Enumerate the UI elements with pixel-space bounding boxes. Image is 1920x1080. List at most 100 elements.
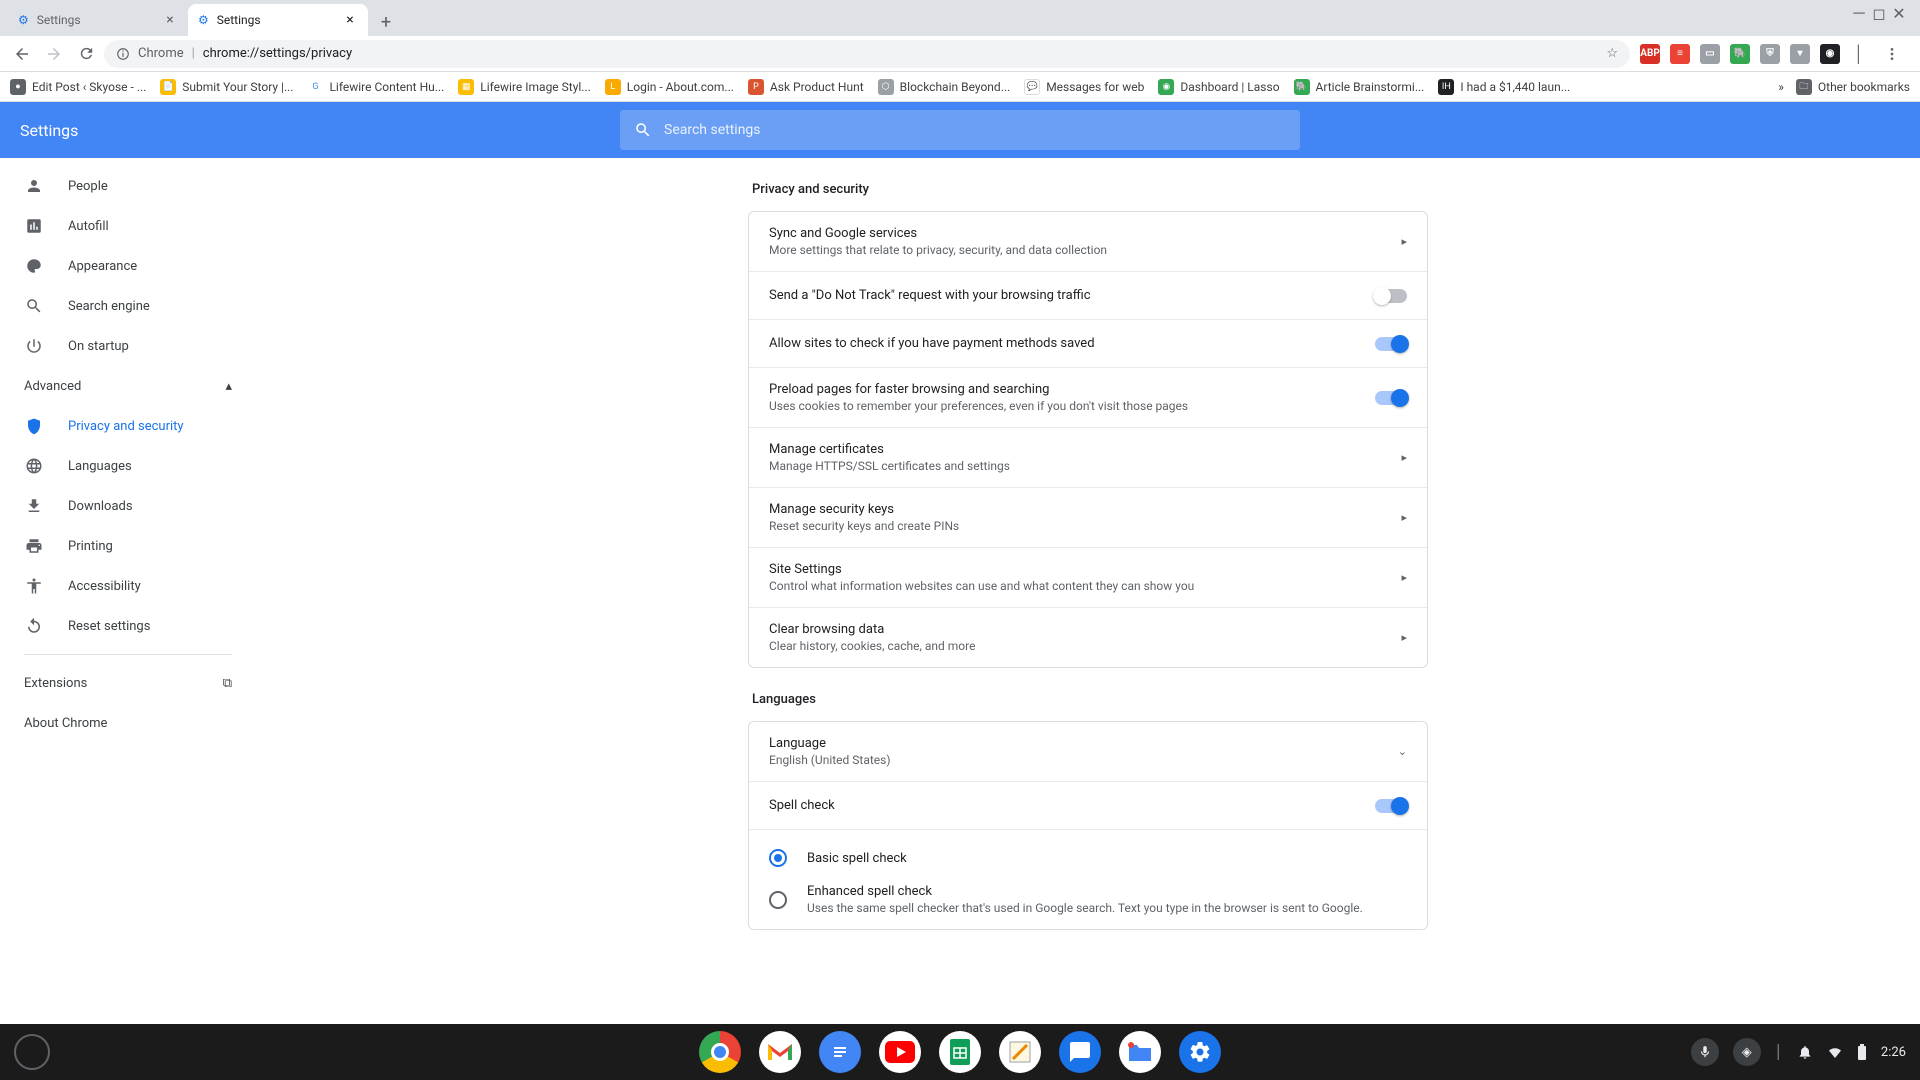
row-sync-google[interactable]: Sync and Google servicesMore settings th… xyxy=(749,212,1427,272)
sidebar-item-appearance[interactable]: Appearance xyxy=(0,246,256,286)
bookmark-label: Edit Post ‹ Skyose - ... xyxy=(32,80,146,94)
favicon-icon: ◉ xyxy=(1158,79,1174,95)
row-clear-data[interactable]: Clear browsing dataClear history, cookie… xyxy=(749,608,1427,667)
sidebar-item-on-startup[interactable]: On startup xyxy=(0,326,256,366)
divider xyxy=(24,654,232,655)
sidebar-item-autofill[interactable]: Autofill xyxy=(0,206,256,246)
app-settings[interactable] xyxy=(1179,1031,1221,1073)
app-chrome[interactable] xyxy=(699,1031,741,1073)
extension-dark-icon[interactable]: ◉ xyxy=(1820,44,1840,64)
new-tab-button[interactable]: + xyxy=(372,8,400,36)
app-messages[interactable] xyxy=(1059,1031,1101,1073)
sidebar-item-label: About Chrome xyxy=(24,716,107,731)
row-enhanced-spellcheck[interactable]: Enhanced spell checkUses the same spell … xyxy=(749,878,1427,929)
palette-icon xyxy=(24,257,44,275)
app-gmail[interactable] xyxy=(759,1031,801,1073)
app-files[interactable] xyxy=(1119,1031,1161,1073)
extension-todoist-icon[interactable]: ≡ xyxy=(1670,44,1690,64)
extension-abp-icon[interactable]: ABP xyxy=(1640,44,1660,64)
row-subtitle: More settings that relate to privacy, se… xyxy=(769,243,1401,257)
row-basic-spellcheck[interactable]: Basic spell check xyxy=(749,830,1427,878)
sidebar-item-printing[interactable]: Printing xyxy=(0,526,256,566)
notifications-icon[interactable] xyxy=(1797,1044,1813,1060)
sidebar-item-label: Search engine xyxy=(68,299,150,314)
close-icon[interactable]: × xyxy=(162,12,178,28)
bookmark-item[interactable]: GLifewire Content Hu... xyxy=(307,79,444,95)
row-certificates[interactable]: Manage certificatesManage HTTPS/SSL cert… xyxy=(749,428,1427,488)
bookmark-item[interactable]: IHI had a $1,440 laun... xyxy=(1438,79,1570,95)
bookmark-item[interactable]: 🐘Article Brainstormi... xyxy=(1294,79,1425,95)
row-security-keys[interactable]: Manage security keysReset security keys … xyxy=(749,488,1427,548)
forward-button[interactable] xyxy=(40,40,68,68)
bookmark-label: I had a $1,440 laun... xyxy=(1460,80,1570,94)
wifi-icon[interactable] xyxy=(1827,1044,1843,1060)
row-subtitle: Uses the same spell checker that's used … xyxy=(807,901,1407,915)
mic-icon[interactable] xyxy=(1691,1038,1719,1066)
bookmarks-overflow[interactable]: » xyxy=(1778,80,1784,94)
tab-settings-1[interactable]: ⚙ Settings × xyxy=(8,4,188,36)
tab-settings-2[interactable]: ⚙ Settings × xyxy=(188,4,368,36)
search-settings[interactable] xyxy=(620,110,1300,150)
sidebar-item-privacy[interactable]: Privacy and security xyxy=(0,406,256,446)
sidebar-group-advanced[interactable]: Advanced ▴ xyxy=(0,366,256,406)
bookmark-item[interactable]: 📄Submit Your Story |... xyxy=(160,79,293,95)
sidebar-item-languages[interactable]: Languages xyxy=(0,446,256,486)
bookmark-item[interactable]: ●Edit Post ‹ Skyose - ... xyxy=(10,79,146,95)
shield-icon xyxy=(24,417,44,435)
power-icon xyxy=(24,337,44,355)
reload-button[interactable] xyxy=(72,40,100,68)
extension-generic-icon[interactable]: ▭ xyxy=(1700,44,1720,64)
bookmark-item[interactable]: LLogin - About.com... xyxy=(605,79,734,95)
sidebar-item-reset[interactable]: Reset settings xyxy=(0,606,256,646)
star-icon[interactable]: ☆ xyxy=(1606,46,1618,61)
row-title: Send a "Do Not Track" request with your … xyxy=(769,288,1375,303)
app-youtube[interactable] xyxy=(879,1031,921,1073)
assistant-icon[interactable]: ◈ xyxy=(1733,1038,1761,1066)
radio-enhanced-spellcheck[interactable] xyxy=(769,891,787,909)
close-icon[interactable]: × xyxy=(342,12,358,28)
app-notes[interactable] xyxy=(999,1031,1041,1073)
battery-icon[interactable] xyxy=(1857,1044,1867,1060)
row-site-settings[interactable]: Site SettingsControl what information we… xyxy=(749,548,1427,608)
window-maximize[interactable]: ◻ xyxy=(1872,6,1886,20)
bookmark-item[interactable]: ⬡Blockchain Beyond... xyxy=(878,79,1011,95)
menu-button[interactable] xyxy=(1878,40,1906,68)
sidebar-item-label: Languages xyxy=(68,459,132,474)
extension-shield-icon[interactable]: ⛨ xyxy=(1760,44,1780,64)
window-minimize[interactable]: ─ xyxy=(1852,6,1866,20)
omnibox[interactable]: Chrome | chrome://settings/privacy ☆ xyxy=(104,40,1630,68)
bookmark-item[interactable]: PAsk Product Hunt xyxy=(748,79,864,95)
toggle-payment-methods[interactable] xyxy=(1375,337,1407,351)
row-title: Allow sites to check if you have payment… xyxy=(769,336,1375,351)
sidebar-item-people[interactable]: People xyxy=(0,166,256,206)
reload-icon xyxy=(78,45,95,62)
status-time[interactable]: 2:26 xyxy=(1881,1045,1906,1060)
sidebar-item-extensions[interactable]: Extensions⧉ xyxy=(0,663,256,703)
app-sheets[interactable] xyxy=(939,1031,981,1073)
toggle-spellcheck[interactable] xyxy=(1375,799,1407,813)
folder-icon: 🗀 xyxy=(1796,79,1812,95)
radio-basic-spellcheck[interactable] xyxy=(769,849,787,867)
window-close[interactable]: ✕ xyxy=(1892,6,1906,20)
row-language[interactable]: LanguageEnglish (United States) ⌄ xyxy=(749,722,1427,782)
toggle-preload[interactable] xyxy=(1375,391,1407,405)
sidebar-item-search-engine[interactable]: Search engine xyxy=(0,286,256,326)
toggle-do-not-track[interactable] xyxy=(1375,289,1407,303)
app-docs[interactable] xyxy=(819,1031,861,1073)
other-bookmarks[interactable]: 🗀Other bookmarks xyxy=(1796,79,1910,95)
tab-title: Settings xyxy=(217,13,261,27)
sidebar-item-downloads[interactable]: Downloads xyxy=(0,486,256,526)
bookmark-item[interactable]: ◉Dashboard | Lasso xyxy=(1158,79,1279,95)
launcher-button[interactable] xyxy=(14,1034,50,1070)
bookmark-item[interactable]: 💬Messages for web xyxy=(1024,79,1144,95)
extension-evernote-icon[interactable]: 🐘 xyxy=(1730,44,1750,64)
search-input[interactable] xyxy=(664,122,1286,138)
sidebar-item-about[interactable]: About Chrome xyxy=(0,703,256,743)
bookmark-item[interactable]: ▦Lifewire Image Styl... xyxy=(458,79,591,95)
bookmark-label: Login - About.com... xyxy=(627,80,734,94)
extension-pocket-icon[interactable]: ▾ xyxy=(1790,44,1810,64)
sidebar-item-accessibility[interactable]: Accessibility xyxy=(0,566,256,606)
back-button[interactable] xyxy=(8,40,36,68)
row-subtitle: Clear history, cookies, cache, and more xyxy=(769,639,1401,653)
shelf: ◈ │ 2:26 xyxy=(0,1024,1920,1080)
